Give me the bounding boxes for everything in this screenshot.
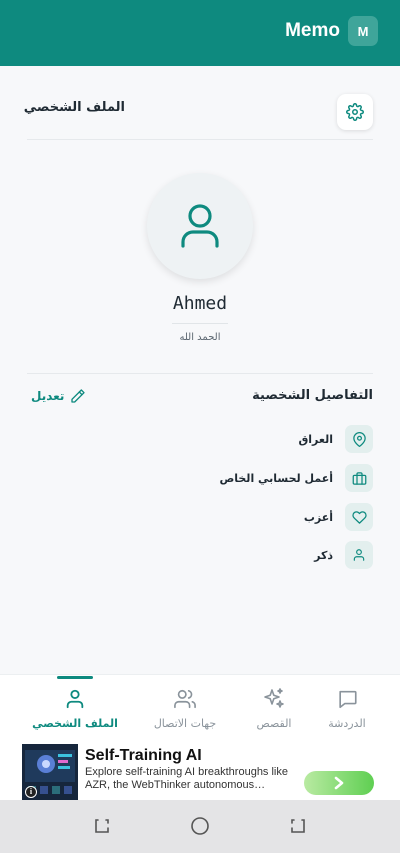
home-circle-icon xyxy=(191,817,209,835)
profile-screen: الملف الشخصي Ahmed الحمد الله التفاصيل ا… xyxy=(0,66,400,674)
user-icon xyxy=(66,689,84,709)
nav-label-stories: القصص xyxy=(256,717,292,730)
home-button[interactable] xyxy=(188,814,212,838)
edit-details-button[interactable]: تعديل xyxy=(31,388,86,404)
nav-item-chat[interactable]: الدردشة xyxy=(297,675,397,745)
section-divider xyxy=(27,373,373,374)
recent-apps-button[interactable] xyxy=(90,814,114,838)
avatar[interactable] xyxy=(147,173,253,279)
detail-text-location: العراق xyxy=(298,432,333,446)
detail-row-status: أعزب xyxy=(304,502,373,532)
back-icon xyxy=(291,819,305,833)
detail-text-status: أعزب xyxy=(303,510,333,524)
ad-banner[interactable]: i Self-Training AI Explore self-training… xyxy=(0,744,400,800)
ad-info-icon[interactable]: i xyxy=(25,786,37,798)
system-nav-bar xyxy=(0,800,400,853)
ad-description: Explore self-training AI breakthroughs l… xyxy=(85,766,288,791)
nav-label-chat: الدردشة xyxy=(328,717,366,730)
pencil-icon xyxy=(71,389,86,403)
nav-label-profile: الملف الشخصي xyxy=(32,717,118,730)
app-title: Memo xyxy=(285,20,340,41)
user-name: Ahmed xyxy=(172,293,228,314)
app-header: Memo M xyxy=(0,0,400,66)
detail-text-occupation: أعمل لحسابي الخاص xyxy=(219,471,333,485)
user-bio: الحمد الله xyxy=(179,332,221,343)
page-title: الملف الشخصي xyxy=(23,100,125,115)
active-tab-indicator xyxy=(57,676,93,679)
recent-apps-icon xyxy=(95,819,109,833)
user-icon xyxy=(181,204,219,248)
ad-image[interactable]: i xyxy=(22,744,78,800)
person-icon xyxy=(353,549,365,561)
bottom-nav: الملف الشخصي جهات الاتصال القصص الدردشة xyxy=(0,674,400,744)
briefcase-icon xyxy=(352,471,366,485)
personal-details-title: التفاصيل الشخصية xyxy=(252,388,373,403)
nav-item-contacts[interactable]: جهات الاتصال xyxy=(135,675,235,745)
gear-icon xyxy=(346,103,364,121)
brand: Memo M xyxy=(285,16,378,46)
detail-row-occupation: أعمل لحسابي الخاص xyxy=(219,463,373,493)
ad-cta-button[interactable] xyxy=(304,771,374,795)
detail-row-gender: ذكر xyxy=(314,540,373,570)
chevron-right-icon xyxy=(334,776,344,790)
name-underline xyxy=(172,323,228,324)
back-button[interactable] xyxy=(286,814,310,838)
edit-label: تعديل xyxy=(31,389,65,403)
ad-title[interactable]: Self-Training AI xyxy=(85,747,202,765)
account-badge[interactable]: M xyxy=(348,16,378,46)
header-divider xyxy=(27,139,373,140)
detail-text-gender: ذكر xyxy=(314,548,333,562)
sparkles-icon xyxy=(264,688,284,708)
nav-item-profile[interactable]: الملف الشخصي xyxy=(25,675,125,745)
location-pin-icon xyxy=(352,431,366,447)
nav-label-contacts: جهات الاتصال xyxy=(153,717,217,730)
detail-row-location: العراق xyxy=(298,424,373,454)
settings-button[interactable] xyxy=(337,94,373,130)
contacts-icon xyxy=(174,689,196,709)
chat-bubble-icon xyxy=(338,690,357,709)
heart-icon xyxy=(351,510,367,524)
